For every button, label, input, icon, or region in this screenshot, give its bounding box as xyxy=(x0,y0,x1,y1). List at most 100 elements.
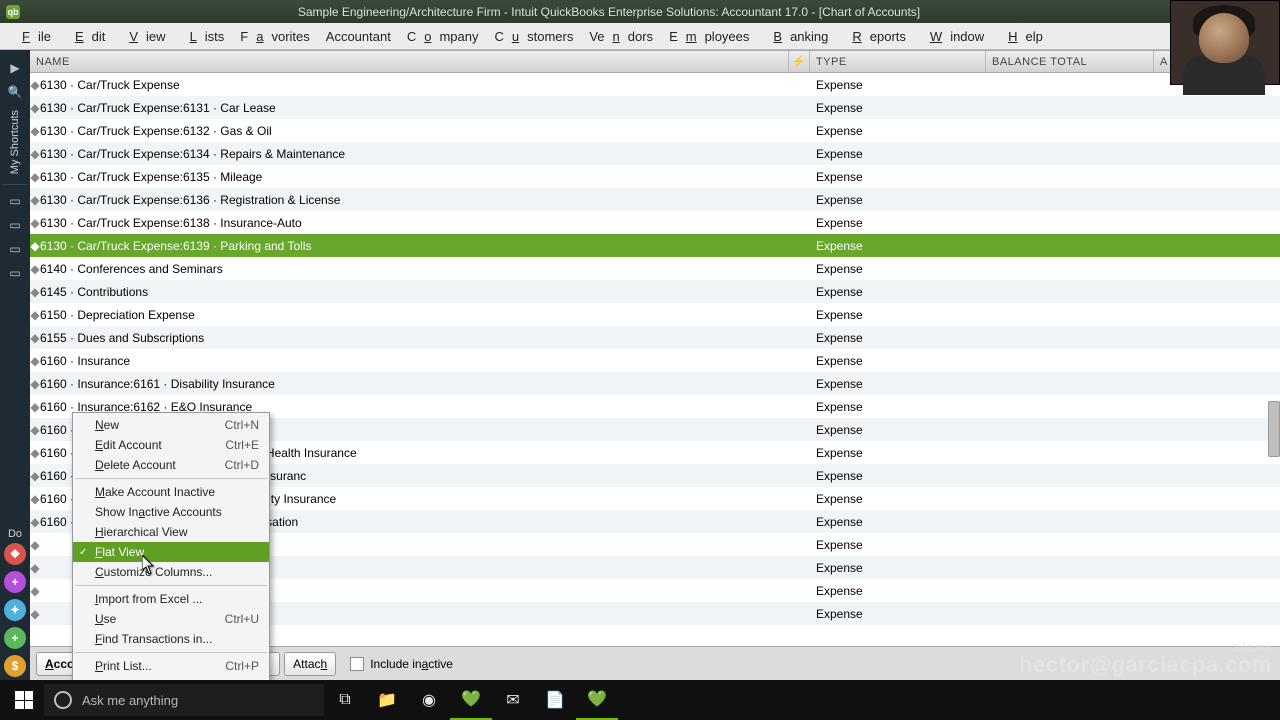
menu-banking[interactable]: Banking xyxy=(757,26,836,47)
diamond-marker-icon: ◆ xyxy=(30,492,40,506)
context-menu-item[interactable]: Customize Columns... xyxy=(73,562,269,582)
menu-vendors[interactable]: Vendors xyxy=(581,26,661,47)
column-header-row: NAME ⚡ TYPE BALANCE TOTAL A xyxy=(30,50,1280,73)
menu-help[interactable]: Help xyxy=(992,26,1051,47)
round-green-icon[interactable]: + xyxy=(4,627,26,649)
cell-type: Expense xyxy=(810,78,986,92)
window-title: Sample Engineering/Architecture Firm - I… xyxy=(28,5,1190,19)
attach-button[interactable]: Attach xyxy=(284,652,336,676)
context-menu-item[interactable]: Show Inactive Accounts xyxy=(73,502,269,522)
round-blue-icon[interactable]: ✦ xyxy=(4,599,26,621)
start-button[interactable] xyxy=(4,684,44,716)
taskview-icon[interactable]: ⧉ xyxy=(324,680,366,720)
cell-type: Expense xyxy=(810,216,986,230)
sidebar-label: My Shortcuts xyxy=(9,104,21,180)
cell-type: Expense xyxy=(810,124,986,138)
menu-company[interactable]: Company xyxy=(399,26,487,47)
menu-employees[interactable]: Employees xyxy=(661,26,757,47)
menu-edit[interactable]: Edit xyxy=(59,26,113,47)
table-row[interactable]: ◆6130 · Car/Truck Expense:6134 · Repairs… xyxy=(30,142,1280,165)
diamond-marker-icon: ◆ xyxy=(30,538,40,552)
mail-icon[interactable]: ✉ xyxy=(492,680,534,720)
menu-item-label: Flat View xyxy=(95,545,144,559)
menu-view[interactable]: View xyxy=(113,26,173,47)
search-placeholder: Ask me anything xyxy=(82,693,178,708)
context-menu-item[interactable]: Edit AccountCtrl+E xyxy=(73,435,269,455)
col-balance[interactable]: BALANCE TOTAL xyxy=(986,51,1154,72)
menu-lists[interactable]: Lists xyxy=(174,26,233,47)
context-menu-item[interactable]: ✓Flat View xyxy=(73,542,269,562)
cell-name: 6160 · Insurance:6161 · Disability Insur… xyxy=(40,377,789,391)
table-row[interactable]: ◆6155 · Dues and Subscriptions Expense xyxy=(30,326,1280,349)
col-activity[interactable]: ⚡ xyxy=(789,51,810,72)
search-icon[interactable]: 🔍 xyxy=(0,80,30,104)
table-row[interactable]: ◆6130 · Car/Truck Expense:6135 · Mileage… xyxy=(30,165,1280,188)
diamond-marker-icon: ◆ xyxy=(30,147,40,161)
cell-type: Expense xyxy=(810,331,986,345)
table-row[interactable]: ◆6140 · Conferences and SeminarsExpense xyxy=(30,257,1280,280)
table-row[interactable]: ◆6160 · InsuranceExpense xyxy=(30,349,1280,372)
table-row[interactable]: ◆6130 · Car/Truck Expense:6139 · Parking… xyxy=(30,234,1280,257)
context-menu-item[interactable]: UseCtrl+U xyxy=(73,609,269,629)
quickbooks2-icon[interactable]: 💚 xyxy=(576,680,618,720)
shortcut-3-icon[interactable]: ▭ xyxy=(0,237,30,261)
include-inactive-checkbox[interactable] xyxy=(350,657,364,671)
table-row[interactable]: ◆6130 · Car/Truck Expense:6131 · Car Lea… xyxy=(30,96,1280,119)
shortcut-4-icon[interactable]: ▭ xyxy=(0,261,30,285)
diamond-marker-icon: ◆ xyxy=(30,308,40,322)
scrollbar-thumb[interactable] xyxy=(1268,401,1280,457)
context-menu-item[interactable]: Delete AccountCtrl+D xyxy=(73,455,269,475)
table-row[interactable]: ◆6130 · Car/Truck Expense:6132 · Gas & O… xyxy=(30,119,1280,142)
expand-sidebar-icon[interactable]: ▶ xyxy=(0,56,30,80)
cell-name: 6140 · Conferences and Seminars xyxy=(40,262,789,276)
shortcut-2-icon[interactable]: ▭ xyxy=(0,213,30,237)
diamond-marker-icon: ◆ xyxy=(30,170,40,184)
diamond-marker-icon: ◆ xyxy=(30,331,40,345)
col-name[interactable]: NAME xyxy=(30,51,789,72)
menu-item-label: Import from Excel ... xyxy=(95,592,202,606)
round-red-icon[interactable]: ❖ xyxy=(4,543,26,565)
diamond-marker-icon: ◆ xyxy=(30,239,40,253)
context-menu-item[interactable]: Print List...Ctrl+P xyxy=(73,656,269,676)
cell-name: 6150 · Depreciation Expense xyxy=(40,308,789,322)
cortana-search[interactable]: Ask me anything xyxy=(44,684,324,716)
shortcut-1-icon[interactable]: ▭ xyxy=(0,189,30,213)
cell-name: 6155 · Dues and Subscriptions xyxy=(40,331,789,345)
menu-file[interactable]: File xyxy=(6,26,59,47)
menu-window[interactable]: Window xyxy=(914,26,992,47)
col-type[interactable]: TYPE xyxy=(810,51,986,72)
menu-customers[interactable]: Customers xyxy=(486,26,581,47)
table-row[interactable]: ◆6130 · Car/Truck ExpenseExpense xyxy=(30,73,1280,96)
chrome-icon[interactable]: ◉ xyxy=(408,680,450,720)
context-menu-item[interactable]: Hierarchical View xyxy=(73,522,269,542)
round-gold-icon[interactable]: $ xyxy=(4,655,26,677)
context-menu-item[interactable]: Import from Excel ... xyxy=(73,589,269,609)
table-row[interactable]: ◆6130 · Car/Truck Expense:6136 · Registr… xyxy=(30,188,1280,211)
cortana-ring-icon xyxy=(54,691,72,709)
cell-type: Expense xyxy=(810,469,986,483)
diamond-marker-icon: ◆ xyxy=(30,216,40,230)
menu-accountant[interactable]: Accountant xyxy=(318,26,399,47)
table-row[interactable]: ◆6150 · Depreciation ExpenseExpense xyxy=(30,303,1280,326)
notepad-icon[interactable]: 📄 xyxy=(534,680,576,720)
round-purple-icon[interactable]: + xyxy=(4,571,26,593)
quickbooks-icon[interactable]: 💚 xyxy=(450,680,492,720)
cell-type: Expense xyxy=(810,561,986,575)
chart-of-accounts-panel: NAME ⚡ TYPE BALANCE TOTAL A ◆6130 · Car/… xyxy=(30,50,1280,680)
cell-name: 6160 · Insurance xyxy=(40,354,789,368)
menu-reports[interactable]: Reports xyxy=(836,26,914,47)
table-row[interactable]: ◆6160 · Insurance:6161 · Disability Insu… xyxy=(30,372,1280,395)
diamond-marker-icon: ◆ xyxy=(30,354,40,368)
menu-item-label: Make Account Inactive xyxy=(95,485,215,499)
do-label: Do xyxy=(8,528,22,540)
explorer-icon[interactable]: 📁 xyxy=(366,680,408,720)
context-menu-item[interactable]: NewCtrl+N xyxy=(73,415,269,435)
table-row[interactable]: ◆6145 · ContributionsExpense xyxy=(30,280,1280,303)
table-row[interactable]: ◆6130 · Car/Truck Expense:6138 · Insuran… xyxy=(30,211,1280,234)
context-menu-item[interactable]: Make Account Inactive xyxy=(73,482,269,502)
cell-type: Expense xyxy=(810,607,986,621)
context-menu-item[interactable]: Find Transactions in... xyxy=(73,629,269,649)
webcam-overlay xyxy=(1170,0,1280,85)
menu-favorites[interactable]: Favorites xyxy=(232,26,317,47)
left-sidebar: ▶ 🔍 My Shortcuts ▭ ▭ ▭ ▭ Do ❖ + ✦ + $ xyxy=(0,50,30,680)
